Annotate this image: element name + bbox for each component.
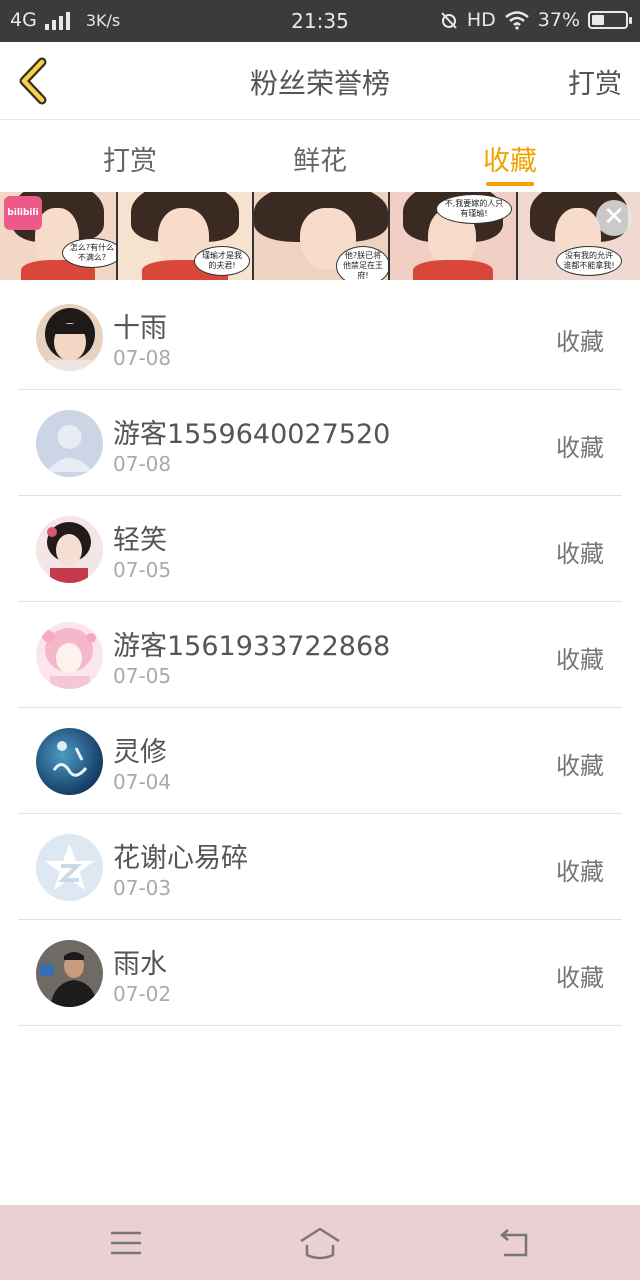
action-label: 收藏 bbox=[556, 752, 604, 780]
wifi-icon bbox=[504, 11, 529, 30]
battery-fill bbox=[592, 15, 604, 25]
bilibili-logo: bilibili bbox=[4, 196, 42, 230]
user-date: 07-02 bbox=[113, 982, 172, 1006]
reward-button[interactable]: 打赏 bbox=[568, 62, 622, 101]
user-name: 雨水 bbox=[113, 949, 167, 980]
user-date: 07-08 bbox=[113, 452, 172, 476]
fan-list: 十雨 07-08 收藏 游客1559640027520 07-08 收藏 轻笑 bbox=[18, 284, 622, 1026]
avatar bbox=[36, 834, 103, 901]
avatar bbox=[36, 622, 103, 689]
alarm-off-icon bbox=[441, 12, 457, 29]
user-date: 07-08 bbox=[113, 346, 172, 370]
home-button[interactable] bbox=[298, 1225, 342, 1261]
list-item[interactable]: 灵修 07-04 收藏 bbox=[18, 708, 622, 814]
user-date: 07-03 bbox=[113, 876, 172, 900]
app-header: 粉丝荣誉榜 打赏 bbox=[0, 42, 640, 120]
tab-reward[interactable]: 打赏 bbox=[70, 139, 190, 178]
avatar bbox=[36, 940, 103, 1007]
action-label: 收藏 bbox=[556, 540, 604, 568]
user-name: 灵修 bbox=[113, 737, 167, 768]
comic-panel: 瑾瑜才是我的夫君! bbox=[118, 192, 254, 280]
list-item[interactable]: 雨水 07-02 收藏 bbox=[18, 920, 622, 1026]
back-nav-button[interactable] bbox=[496, 1225, 536, 1261]
close-ad-button[interactable]: ✕ bbox=[596, 200, 632, 236]
user-date: 07-05 bbox=[113, 558, 172, 582]
comic-panel: 不,我要嫁的人只有瑾瑜! bbox=[390, 192, 518, 280]
user-date: 07-04 bbox=[113, 770, 172, 794]
speech-bubble: 不,我要嫁的人只有瑾瑜! bbox=[436, 194, 512, 224]
user-name: 游客1561933722868 bbox=[113, 631, 391, 662]
status-right: HD 37% bbox=[439, 9, 632, 31]
list-item[interactable]: 花谢心易碎 07-03 收藏 bbox=[18, 814, 622, 920]
tab-flowers[interactable]: 鲜花 bbox=[260, 139, 380, 178]
system-nav-bar bbox=[0, 1205, 640, 1280]
tab-bar: 打赏 鲜花 收藏 bbox=[0, 121, 640, 191]
action-label: 收藏 bbox=[556, 964, 604, 992]
speech-bubble: 瑾瑜才是我的夫君! bbox=[194, 246, 250, 276]
speech-bubble: 他?朕已将他禁足在王府! bbox=[336, 246, 388, 280]
list-item[interactable]: 游客1559640027520 07-08 收藏 bbox=[18, 390, 622, 496]
home-icon bbox=[300, 1227, 340, 1260]
hd-badge: HD bbox=[466, 9, 496, 31]
user-name: 花谢心易碎 bbox=[113, 843, 248, 874]
comic-banner-ad[interactable]: 怎么?有什么不满么? 瑾瑜才是我的夫君! 他?朕已将他禁足在王府! 不,我要嫁的… bbox=[0, 192, 640, 280]
avatar bbox=[36, 410, 103, 477]
default-person-icon bbox=[36, 410, 103, 477]
active-tab-indicator bbox=[486, 182, 534, 186]
action-label: 收藏 bbox=[556, 328, 604, 356]
page-title: 粉丝荣誉榜 bbox=[249, 67, 390, 100]
action-label: 收藏 bbox=[556, 646, 604, 674]
avatar bbox=[36, 728, 103, 795]
back-icon bbox=[500, 1229, 528, 1257]
status-bar: 4G 3K/s 21:35 HD 37% bbox=[0, 0, 640, 42]
avatar bbox=[36, 516, 103, 583]
action-label: 收藏 bbox=[556, 858, 604, 886]
battery-icon bbox=[588, 11, 632, 29]
avatar bbox=[36, 304, 103, 371]
action-label: 收藏 bbox=[556, 434, 604, 462]
list-item[interactable]: 游客1561933722868 07-05 收藏 bbox=[18, 602, 622, 708]
comic-panel: 他?朕已将他禁足在王府! bbox=[254, 192, 390, 280]
menu-button[interactable] bbox=[106, 1225, 146, 1261]
user-name: 轻笑 bbox=[113, 525, 167, 556]
user-name: 十雨 bbox=[113, 313, 167, 344]
list-item[interactable]: 轻笑 07-05 收藏 bbox=[18, 496, 622, 602]
user-date: 07-05 bbox=[113, 664, 172, 688]
menu-icon bbox=[111, 1231, 141, 1255]
speech-bubble: 怎么?有什么不满么? bbox=[62, 238, 116, 268]
list-item[interactable]: 十雨 07-08 收藏 bbox=[18, 284, 622, 390]
tab-favorites[interactable]: 收藏 bbox=[450, 139, 570, 178]
battery-percent: 37% bbox=[537, 9, 580, 31]
close-icon: ✕ bbox=[603, 202, 625, 232]
user-name: 游客1559640027520 bbox=[113, 419, 391, 450]
qzone-star-icon bbox=[36, 834, 103, 901]
speech-bubble: 没有我的允许谁都不能拿我! bbox=[556, 246, 622, 276]
